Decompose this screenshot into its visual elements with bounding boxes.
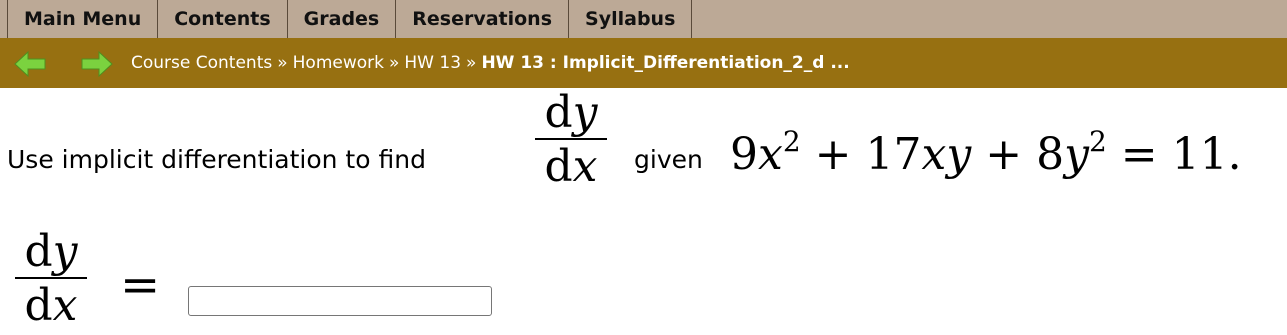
right-arrow-icon: [81, 51, 113, 77]
eq-op-2: +: [985, 129, 1023, 180]
breadcrumb-separator: »: [277, 53, 288, 73]
answer-row: dy dx =: [15, 230, 615, 335]
answer-input[interactable]: [188, 286, 492, 316]
main-menu-bar: Main Menu Contents Grades Reservations S…: [0, 0, 1287, 38]
eq-exp-1: 2: [782, 125, 801, 158]
forward-button[interactable]: [80, 51, 114, 77]
problem-lead-text: Use implicit differentiation to find: [7, 145, 426, 174]
back-button[interactable]: [13, 51, 47, 77]
eq-equals: =: [1120, 129, 1158, 180]
differential-variable: x: [52, 280, 78, 331]
fraction-numerator-text: dy: [544, 87, 597, 138]
answer-fraction-denominator: dx: [25, 284, 78, 328]
menu-item-syllabus[interactable]: Syllabus: [569, 0, 693, 38]
eq-op-1: +: [814, 129, 852, 180]
menu-item-main-menu[interactable]: Main Menu: [7, 0, 159, 38]
breadcrumb-current: HW 13 : Implicit_Differentiation_2_d ...: [481, 53, 850, 73]
problem-statement: Use implicit differentiation to find dy …: [7, 91, 1287, 205]
fraction-bar: [535, 138, 607, 140]
eq-coef-1: 9: [730, 129, 758, 180]
eq-var-1: x: [758, 129, 783, 180]
fraction-denominator-text: dx: [545, 141, 598, 192]
problem-given-text: given: [634, 145, 703, 174]
breadcrumb: Course Contents» Homework» HW 13» HW 13 : I…: [131, 52, 850, 74]
derivative-fraction: dy dx: [535, 91, 607, 189]
answer-fraction-numerator: dy: [24, 230, 77, 274]
breadcrumb-bar: Course Contents» Homework» HW 13» HW 13 : I…: [0, 38, 1287, 88]
eq-exp-3: 2: [1088, 125, 1107, 158]
fraction-denominator: dx: [545, 145, 598, 189]
differential-variable: x: [572, 141, 598, 192]
answer-fraction-bar: [15, 277, 87, 279]
differential-d: d: [544, 141, 573, 192]
eq-rhs: 11.: [1171, 129, 1242, 180]
breadcrumb-hw13[interactable]: HW 13: [404, 53, 461, 73]
breadcrumb-homework[interactable]: Homework: [293, 53, 384, 73]
answer-equals-sign: =: [120, 257, 161, 313]
breadcrumb-separator: »: [388, 53, 400, 73]
differential-d: d: [24, 226, 53, 277]
eq-coef-3: 8: [1036, 129, 1065, 180]
problem-equation: 9x2 + 17xy + 8y2 = 11.: [730, 128, 1242, 180]
answer-fraction: dy dx: [15, 230, 87, 328]
breadcrumb-separator: »: [466, 53, 477, 73]
eq-coef-2: 17: [865, 129, 922, 180]
differential-variable: y: [572, 87, 598, 138]
breadcrumb-course-contents[interactable]: Course Contents: [131, 53, 272, 73]
menu-item-reservations[interactable]: Reservations: [396, 0, 570, 38]
fraction-numerator: dy: [544, 91, 597, 135]
differential-d: d: [544, 87, 573, 138]
differential-variable: y: [52, 226, 78, 277]
differential-d: d: [24, 280, 53, 331]
eq-var-2: xy: [921, 129, 972, 180]
left-arrow-icon: [14, 51, 46, 77]
menu-item-grades[interactable]: Grades: [287, 0, 397, 38]
menu-item-contents[interactable]: Contents: [158, 0, 288, 38]
eq-var-3: y: [1064, 129, 1089, 180]
